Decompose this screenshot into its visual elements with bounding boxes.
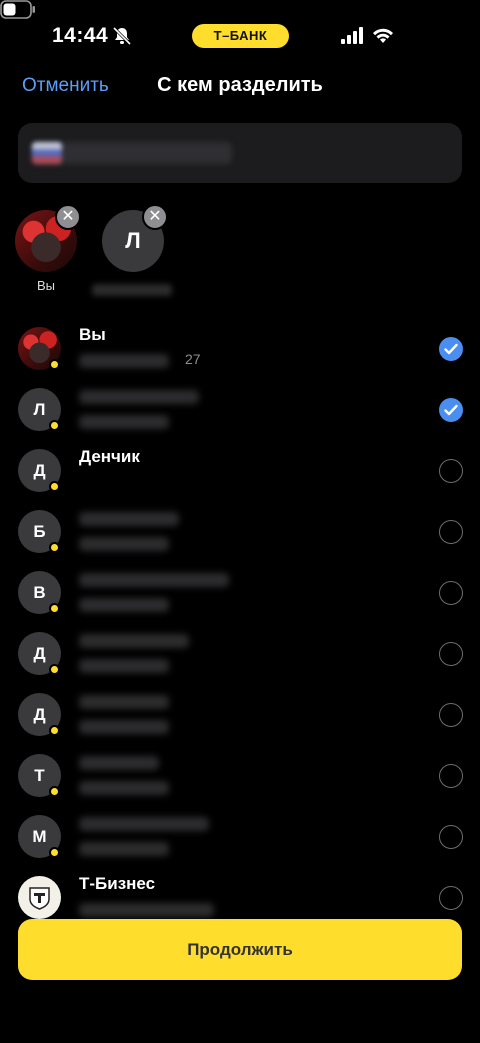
page-title: С кем разделить bbox=[157, 74, 323, 96]
contact-row[interactable]: Д bbox=[0, 693, 480, 754]
blurred-name bbox=[79, 573, 229, 587]
contact-row[interactable]: М bbox=[0, 815, 480, 876]
status-dot bbox=[49, 420, 60, 431]
status-dot bbox=[49, 664, 60, 675]
cellular-signal-icon bbox=[341, 27, 363, 44]
blurred-phone bbox=[79, 781, 169, 795]
contact-row[interactable]: Б bbox=[0, 510, 480, 571]
bell-muted-icon bbox=[112, 26, 132, 46]
checkbox-checked[interactable] bbox=[439, 398, 463, 422]
contact-row[interactable]: Д bbox=[0, 632, 480, 693]
contact-name: Денчик bbox=[79, 447, 140, 466]
wifi-icon bbox=[373, 28, 393, 43]
remove-chip-button[interactable]: ✕ bbox=[142, 204, 168, 230]
status-dot bbox=[49, 603, 60, 614]
flag-icon bbox=[32, 142, 62, 164]
blurred-name bbox=[79, 695, 169, 709]
blurred-phone bbox=[79, 537, 169, 551]
blurred-phone bbox=[79, 598, 169, 612]
status-dot bbox=[49, 481, 60, 492]
checkbox-checked[interactable] bbox=[439, 337, 463, 361]
chip-label: Вы bbox=[36, 278, 55, 293]
checkbox-unchecked[interactable] bbox=[439, 703, 463, 727]
checkbox-unchecked[interactable] bbox=[439, 520, 463, 544]
remove-chip-button[interactable]: ✕ bbox=[55, 204, 81, 230]
status-bar: 14:44 Т–БАНК bbox=[0, 0, 480, 70]
contact-row[interactable]: Д Денчик bbox=[0, 447, 480, 510]
checkbox-unchecked[interactable] bbox=[439, 581, 463, 605]
checkbox-unchecked[interactable] bbox=[439, 459, 463, 483]
blurred-phone bbox=[79, 659, 169, 673]
contact-phone-tail: 27 bbox=[185, 351, 201, 367]
contact-row[interactable]: Вы 27 bbox=[0, 325, 480, 388]
status-dot bbox=[49, 847, 60, 858]
blurred-phone bbox=[79, 720, 169, 734]
battery-icon bbox=[0, 0, 35, 19]
checkbox-unchecked[interactable] bbox=[439, 825, 463, 849]
blurred-name bbox=[79, 756, 159, 770]
contact-row[interactable]: Л bbox=[0, 388, 480, 449]
blurred-name bbox=[79, 634, 189, 648]
blurred-phone bbox=[79, 903, 214, 917]
continue-button[interactable]: Продолжить bbox=[18, 919, 462, 980]
blurred-phone bbox=[79, 842, 169, 856]
bank-pill[interactable]: Т–БАНК bbox=[192, 24, 289, 48]
status-dot bbox=[49, 542, 60, 553]
blurred-name bbox=[79, 512, 179, 526]
chip-blurred-label bbox=[92, 284, 172, 296]
checkbox-unchecked[interactable] bbox=[439, 764, 463, 788]
status-dot bbox=[49, 786, 60, 797]
checkbox-unchecked[interactable] bbox=[439, 886, 463, 910]
status-time: 14:44 bbox=[52, 24, 109, 47]
contact-name: Вы bbox=[79, 325, 106, 344]
checkbox-unchecked[interactable] bbox=[439, 642, 463, 666]
blurred-name bbox=[79, 390, 199, 404]
contact-row[interactable]: Т bbox=[0, 754, 480, 815]
status-dot bbox=[49, 359, 60, 370]
blurred-phone bbox=[79, 415, 169, 429]
checkmark-icon bbox=[444, 343, 458, 355]
checkmark-icon bbox=[444, 404, 458, 416]
blurred-phone bbox=[79, 354, 169, 368]
t-business-logo-icon bbox=[18, 876, 61, 919]
search-blurred-value bbox=[32, 142, 232, 164]
blurred-name bbox=[79, 817, 209, 831]
search-input[interactable] bbox=[18, 123, 462, 183]
status-dot bbox=[49, 725, 60, 736]
contact-name: Т-Бизнес bbox=[79, 874, 156, 893]
contact-row[interactable]: В bbox=[0, 571, 480, 632]
